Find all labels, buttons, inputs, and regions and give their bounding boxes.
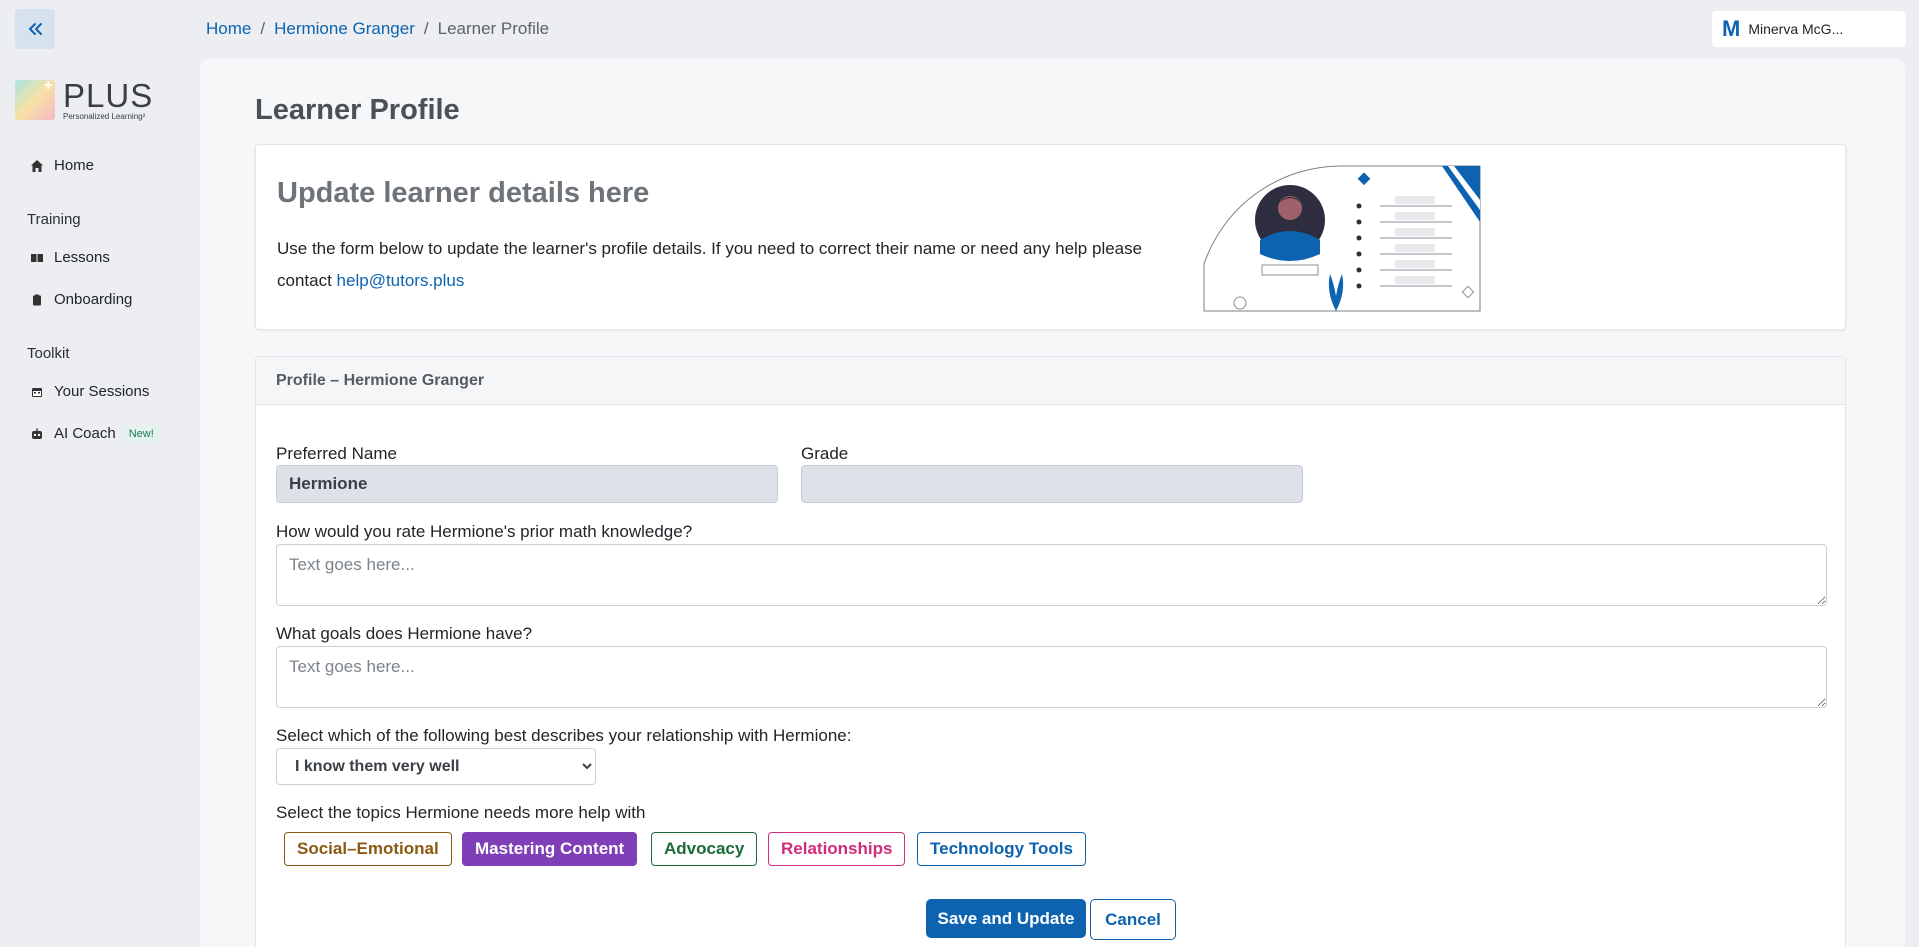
grade-input[interactable] xyxy=(801,465,1303,503)
help-email-link[interactable]: help@tutors.plus xyxy=(337,271,465,290)
user-menu-button[interactable]: M Minerva McG... xyxy=(1712,11,1906,47)
user-initial-icon: M xyxy=(1722,16,1741,41)
topic-technology-tools[interactable]: Technology Tools xyxy=(917,832,1086,866)
breadcrumb-separator: / xyxy=(423,19,429,38)
cancel-button[interactable]: Cancel xyxy=(1090,899,1176,940)
topic-mastering-content[interactable]: Mastering Content xyxy=(462,832,638,866)
logo-plus-sign: + xyxy=(43,77,53,94)
robot-icon xyxy=(30,427,44,441)
page-title: Learner Profile xyxy=(255,94,460,126)
sidebar-item-label: Onboarding xyxy=(54,291,133,308)
main-content: Learner Profile Update learner details h… xyxy=(200,59,1905,947)
sidebar-section-training: Training xyxy=(27,211,81,228)
math-knowledge-label: How would you rate Hermione's prior math… xyxy=(276,522,693,541)
breadcrumb: Home / Hermione Granger / Learner Profil… xyxy=(206,19,549,39)
logo-mark: + xyxy=(15,77,55,120)
topics-label: Select the topics Hermione needs more he… xyxy=(276,803,646,822)
sidebar-section-toolkit: Toolkit xyxy=(27,345,70,362)
clipboard-icon xyxy=(30,293,44,307)
sidebar-item-onboarding[interactable]: Onboarding xyxy=(30,291,132,308)
profile-form-card: Profile – Hermione Granger Preferred Nam… xyxy=(255,356,1846,947)
double-chevron-left-icon xyxy=(29,23,42,35)
breadcrumb-home-link[interactable]: Home xyxy=(206,19,251,39)
sidebar-item-lessons[interactable]: Lessons xyxy=(30,249,110,266)
sidebar-item-label: AI Coach xyxy=(54,425,116,442)
goals-textarea[interactable] xyxy=(276,646,1827,708)
user-name: Minerva McG... xyxy=(1748,21,1844,37)
intro-heading: Update learner details here xyxy=(277,177,650,209)
relationship-label: Select which of the following best descr… xyxy=(276,726,852,745)
breadcrumb-separator: / xyxy=(260,19,266,38)
topic-relationships[interactable]: Relationships xyxy=(768,832,906,866)
intro-card: Update learner details here Use the form… xyxy=(255,144,1846,330)
home-icon xyxy=(30,159,44,173)
book-open-icon xyxy=(30,251,44,265)
sidebar-item-home[interactable]: Home xyxy=(30,157,94,174)
calendar-icon xyxy=(30,385,44,399)
logo-name: PLUS xyxy=(63,77,154,114)
relationship-select[interactable]: I know them very well xyxy=(276,748,596,785)
new-badge: New! xyxy=(122,425,160,442)
collapse-sidebar-button[interactable] xyxy=(15,9,55,49)
sidebar-item-label: Home xyxy=(54,157,95,174)
sidebar-item-label: Your Sessions xyxy=(54,383,150,400)
preferred-name-label: Preferred Name xyxy=(276,444,397,463)
math-knowledge-textarea[interactable] xyxy=(276,544,1827,606)
sidebar-item-ai-coach[interactable]: AI Coach New! xyxy=(30,425,160,442)
intro-text: Use the form below to update the learner… xyxy=(277,233,1177,297)
topic-social-emotional[interactable]: Social–Emotional xyxy=(284,832,452,866)
topic-advocacy[interactable]: Advocacy xyxy=(651,832,758,866)
breadcrumb-current: Learner Profile xyxy=(437,19,550,38)
logo-tagline: Personalized Learning² xyxy=(63,112,146,121)
profile-illustration xyxy=(1203,165,1481,312)
save-and-update-button[interactable]: Save and Update xyxy=(926,899,1086,938)
goals-label: What goals does Hermione have? xyxy=(276,624,533,643)
sidebar-item-label: Lessons xyxy=(54,249,110,266)
grade-label: Grade xyxy=(801,444,849,463)
profile-form-header: Profile – Hermione Granger xyxy=(256,357,1845,405)
plus-logo[interactable]: + PLUS Personalized Learning² xyxy=(15,77,154,121)
preferred-name-input[interactable] xyxy=(276,465,778,503)
breadcrumb-learner-link[interactable]: Hermione Granger xyxy=(274,19,415,39)
sidebar-item-sessions[interactable]: Your Sessions xyxy=(30,383,149,400)
